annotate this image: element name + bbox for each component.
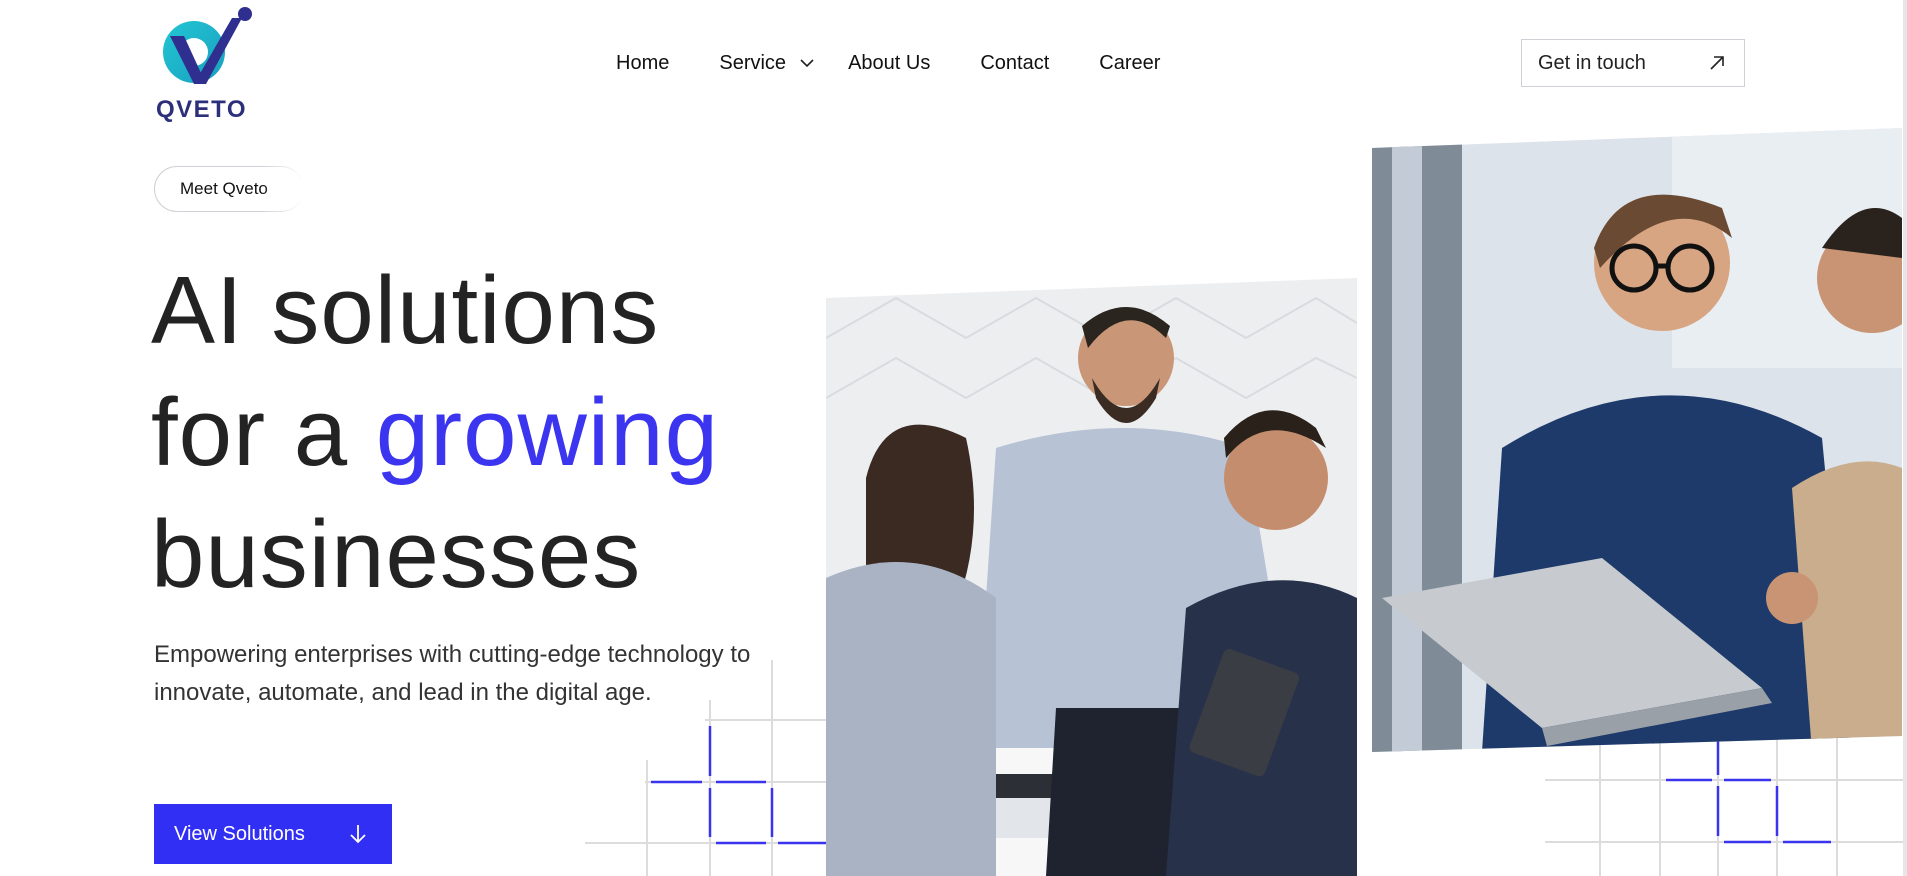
nav-service[interactable]: Service <box>719 52 814 75</box>
get-in-touch-button[interactable]: Get in touch <box>1521 39 1745 87</box>
chevron-down-icon <box>800 59 814 68</box>
team-meeting-photo <box>826 278 1357 876</box>
headline-accent: growing <box>375 379 719 486</box>
nav-home[interactable]: Home <box>616 52 669 75</box>
arrow-down-icon <box>350 825 366 844</box>
nav-career-label: Career <box>1099 52 1161 74</box>
laptop-meeting-photo <box>1372 128 1902 752</box>
nav-service-label: Service <box>719 52 787 74</box>
headline-line-2: for a growing <box>151 372 719 494</box>
nav-career[interactable]: Career <box>1099 52 1160 75</box>
page-scrollbar[interactable] <box>1903 0 1907 876</box>
grid-decoration-right <box>1545 735 1907 876</box>
brand-name: QVETO <box>156 96 248 123</box>
qveto-logo-icon <box>163 7 252 84</box>
pill-label: Meet Qveto <box>180 179 268 198</box>
view-solutions-label: View Solutions <box>174 822 305 845</box>
main-nav: Home Service About Us Contact Career <box>616 52 1160 75</box>
view-solutions-button[interactable]: View Solutions <box>154 804 392 864</box>
pill-fade <box>262 164 314 214</box>
nav-contact[interactable]: Contact <box>980 52 1049 75</box>
laptop-meeting-image <box>1372 128 1902 752</box>
team-meeting-image <box>826 278 1357 876</box>
headline-line-2-prefix: for a <box>151 379 376 486</box>
arrow-up-right-icon <box>1710 56 1724 70</box>
hero-headline: AI solutions for a growing businesses <box>151 250 719 616</box>
nav-about[interactable]: About Us <box>848 52 930 75</box>
nav-about-label: About Us <box>848 52 931 74</box>
nav-home-label: Home <box>616 52 670 74</box>
get-in-touch-label: Get in touch <box>1538 51 1646 74</box>
nav-contact-label: Contact <box>980 52 1050 74</box>
headline-line-3: businesses <box>151 501 642 608</box>
headline-line-1: AI solutions <box>151 257 660 364</box>
grid-decoration-left <box>585 660 830 876</box>
